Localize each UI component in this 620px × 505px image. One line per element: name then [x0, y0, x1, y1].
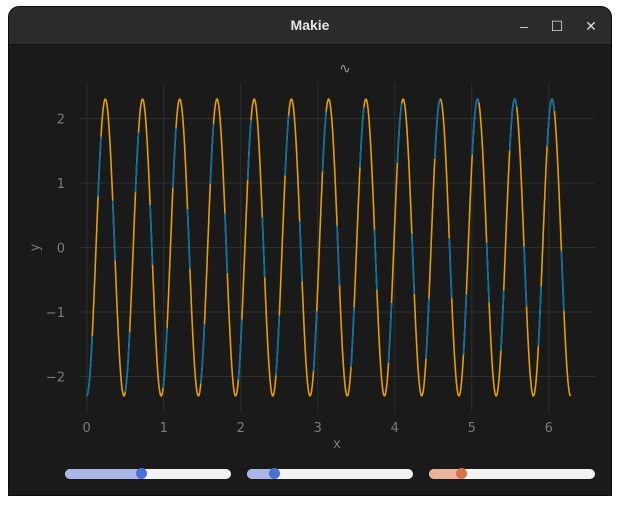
y-tick-label: −1 [46, 306, 65, 321]
x-tick-label: 1 [160, 421, 168, 436]
y-tick-label: 0 [57, 242, 65, 257]
title-bar[interactable]: Makie – ☐ ✕ [9, 7, 611, 45]
minimize-icon[interactable]: – [513, 15, 535, 37]
slider-2[interactable] [247, 468, 413, 479]
y-tick-label: 1 [57, 177, 65, 192]
x-tick-label: 4 [391, 421, 399, 436]
y-tick-label: 2 [57, 112, 65, 127]
chart-title: ∿ [339, 61, 351, 77]
slider-1-knob[interactable] [136, 468, 148, 479]
x-tick-label: 3 [314, 421, 322, 436]
line-chart[interactable]: 0 1 2 3 4 5 6 2 1 0 −1 −2 x y ∿ [9, 45, 611, 495]
y-axis-label: y [28, 243, 43, 251]
slider-2-knob[interactable] [268, 468, 280, 479]
x-tick-label: 6 [545, 421, 553, 436]
slider-1[interactable] [65, 468, 231, 479]
maximize-icon[interactable]: ☐ [546, 15, 568, 37]
x-tick-label: 5 [468, 421, 476, 436]
x-axis-label: x [333, 437, 341, 452]
slider-3-knob[interactable] [455, 468, 467, 479]
y-tick-label: −2 [46, 371, 65, 386]
makie-window: Makie – ☐ ✕ 0 1 2 3 4 5 6 2 1 0 −1 −2 x y ∿ [9, 7, 611, 495]
slider-3[interactable] [429, 468, 595, 479]
close-icon[interactable]: ✕ [580, 15, 602, 37]
x-tick-label: 0 [83, 421, 91, 436]
x-tick-label: 2 [237, 421, 245, 436]
plot-area[interactable]: 0 1 2 3 4 5 6 2 1 0 −1 −2 x y ∿ [9, 45, 611, 495]
slider-1-fill [65, 469, 142, 479]
